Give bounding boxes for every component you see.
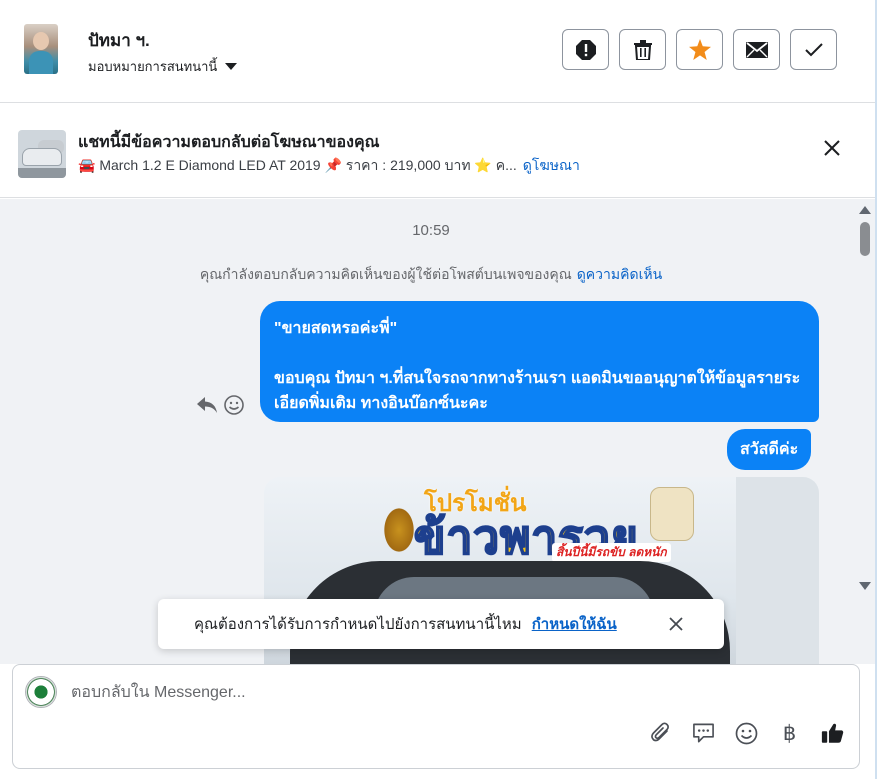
close-icon[interactable] xyxy=(668,616,684,632)
assign-to-me-link[interactable]: กำหนดให้ฉัน xyxy=(532,612,617,636)
user-avatar[interactable] xyxy=(24,24,58,74)
paperclip-icon[interactable] xyxy=(649,721,672,745)
star-button[interactable] xyxy=(676,29,723,70)
envelope-icon xyxy=(745,41,768,58)
assign-prompt-text: คุณต้องการได้รับการกำหนดไปยังการสนทนานี้… xyxy=(194,616,522,633)
scroll-up-arrow-icon[interactable] xyxy=(858,205,872,215)
mark-unread-button[interactable] xyxy=(733,29,780,70)
ad-description: 🚘 March 1.2 E Diamond LED AT 2019 📌 ราคา… xyxy=(78,157,517,173)
saved-reply-icon[interactable] xyxy=(692,721,715,745)
done-button[interactable] xyxy=(790,29,837,70)
promo-subtitle: สิ้นปีนี้มีรถขับ ลดหนัก xyxy=(552,543,671,562)
message-bubble[interactable]: "ขายสดหรอค่ะพี่" ขอบคุณ ปัทมา ฯ.ที่สนใจร… xyxy=(260,301,819,422)
scrollbar-thumb[interactable] xyxy=(860,222,870,256)
comment-reply-notice: คุณกำลังตอบกลับความคิดเห็นของผู้ใช้ต่อโพ… xyxy=(0,264,862,286)
reply-composer: ฿ xyxy=(12,664,860,769)
message-timestamp: 10:59 xyxy=(412,222,450,239)
delete-button[interactable] xyxy=(619,29,666,70)
ad-banner-title: แชทนี้มีข้อความตอบกลับต่อโฆษณาของคุณ xyxy=(78,134,380,151)
react-emoji-icon[interactable] xyxy=(224,395,244,415)
thumbs-up-icon[interactable] xyxy=(821,721,844,745)
check-icon xyxy=(804,42,823,56)
header-actions xyxy=(562,29,837,70)
emoji-icon[interactable] xyxy=(735,721,758,745)
ad-thumbnail[interactable] xyxy=(18,130,66,178)
baht-icon[interactable]: ฿ xyxy=(778,721,801,745)
scroll-down-arrow-icon[interactable] xyxy=(858,581,872,591)
page-avatar xyxy=(25,676,57,708)
wheat-graphic xyxy=(382,505,416,555)
close-icon[interactable] xyxy=(821,137,843,159)
view-ad-link[interactable]: ดูโฆษณา xyxy=(523,157,580,173)
ad-reply-banner: แชทนี้มีข้อความตอบกลับต่อโฆษณาของคุณ 🚘 M… xyxy=(0,104,877,198)
message-text: ขอบคุณ ปัทมา ฯ.ที่สนใจรถจากทางร้านเรา แอ… xyxy=(274,370,801,412)
conversation-header: ปัทมา ฯ. มอบหมายการสนทนานี้ xyxy=(0,0,877,103)
assign-label: มอบหมายการสนทนานี้ xyxy=(88,59,218,74)
ad-banner-subtitle: 🚘 March 1.2 E Diamond LED AT 2019 📌 ราคา… xyxy=(78,155,580,177)
report-button[interactable] xyxy=(562,29,609,70)
trash-icon xyxy=(633,39,652,60)
reply-input[interactable] xyxy=(71,681,771,705)
assign-prompt-toast: คุณต้องการได้รับการกำหนดไปยังการสนทนานี้… xyxy=(158,599,724,649)
assign-dropdown[interactable]: มอบหมายการสนทนานี้ xyxy=(88,56,238,77)
quoted-comment: "ขายสดหรอค่ะพี่" xyxy=(274,320,398,337)
star-icon xyxy=(688,39,711,60)
user-name[interactable]: ปัทมา ฯ. xyxy=(88,27,150,54)
exclamation-octagon-icon xyxy=(575,39,596,60)
conversation-area[interactable]: 10:59 คุณกำลังตอบกลับความคิดเห็นของผู้ใช… xyxy=(0,199,877,664)
message-tools xyxy=(196,395,244,415)
caret-down-icon xyxy=(225,63,238,70)
message-bubble-greeting[interactable]: สวัสดีค่ะ xyxy=(727,429,812,470)
view-comment-link[interactable]: ดูความคิดเห็น xyxy=(577,266,662,282)
rice-sack-graphic xyxy=(650,487,694,541)
notice-text: คุณกำลังตอบกลับความคิดเห็นของผู้ใช้ต่อโพ… xyxy=(199,266,572,282)
composer-tools: ฿ xyxy=(649,721,844,745)
reply-arrow-icon[interactable] xyxy=(196,396,218,414)
